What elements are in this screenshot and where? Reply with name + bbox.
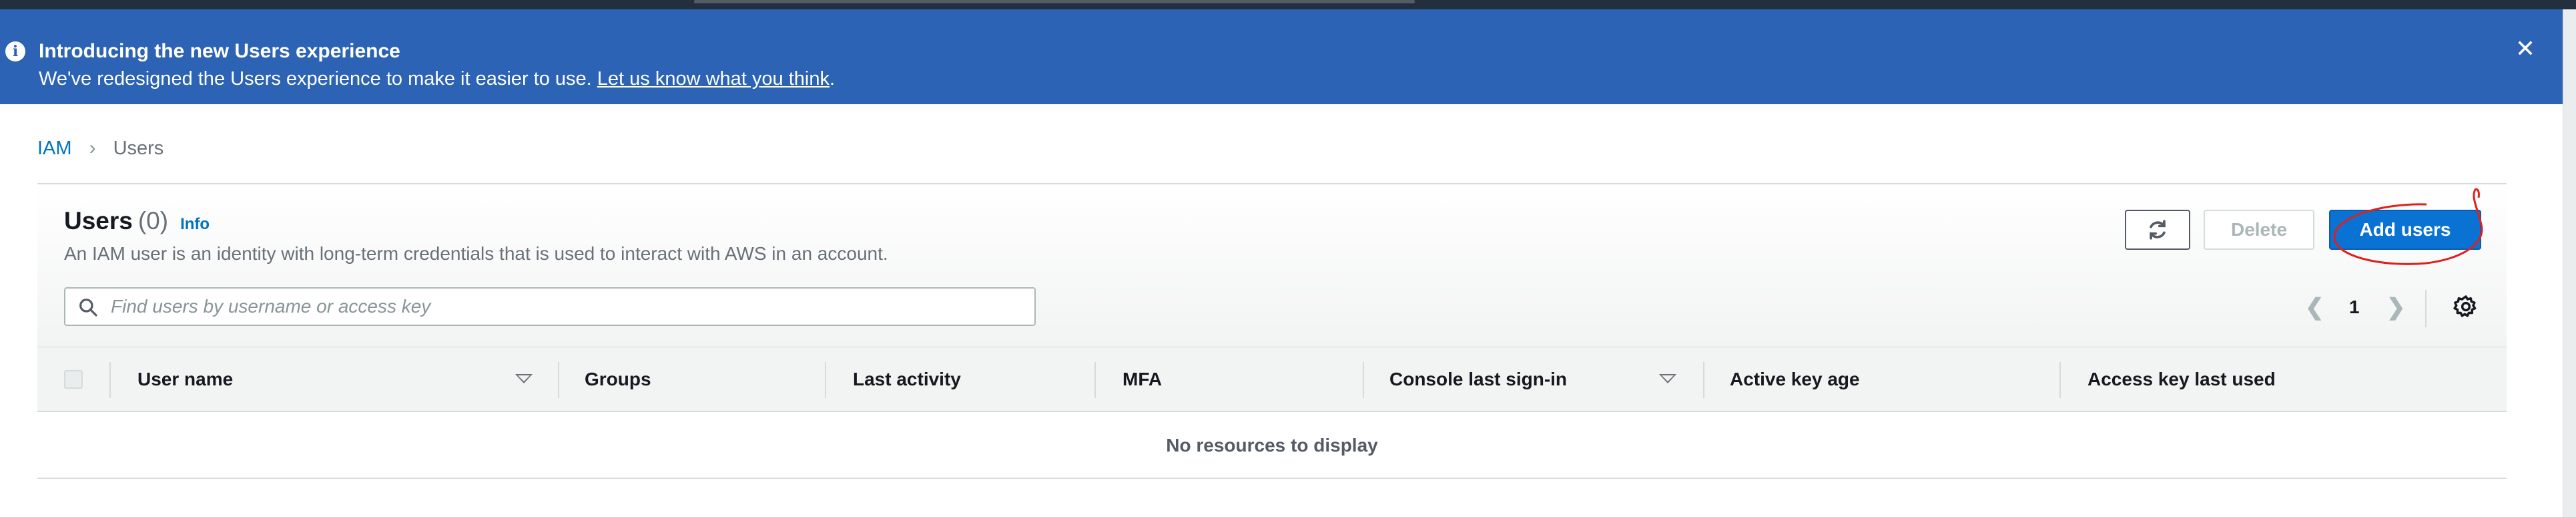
breadcrumb-current: Users [113, 137, 164, 159]
column-header-active-key-age[interactable]: Active key age [1730, 347, 1860, 411]
add-users-button[interactable]: Add users [2329, 210, 2481, 250]
column-header-groups[interactable]: Groups [585, 347, 651, 411]
column-divider[interactable] [558, 362, 559, 398]
column-divider[interactable] [825, 362, 826, 398]
horizontal-scroll-thumb[interactable] [694, 0, 1415, 3]
column-divider[interactable] [1094, 362, 1096, 398]
info-link[interactable]: Info [180, 215, 210, 233]
chevron-left-icon[interactable]: ❮ [2305, 294, 2324, 321]
column-header-user-name[interactable]: User name [137, 347, 233, 411]
table-header: User name Groups Last activity MFA Conso… [37, 347, 2507, 412]
search-field[interactable] [64, 287, 1036, 326]
column-divider[interactable] [2059, 362, 2061, 398]
sort-descending-icon[interactable] [515, 374, 533, 383]
column-header-access-key-last-used[interactable]: Access key last used [2087, 347, 2276, 411]
banner-message-text: We've redesigned the Users experience to… [39, 68, 592, 90]
refresh-button[interactable] [2125, 210, 2190, 250]
sort-descending-icon[interactable] [1659, 374, 1676, 383]
gear-icon[interactable] [2453, 294, 2479, 319]
feedback-link[interactable]: Let us know what you think [597, 68, 830, 90]
users-table-container: Users (0) Info An IAM user is an identity … [37, 183, 2507, 480]
search-input[interactable] [109, 293, 1017, 321]
select-all-checkbox[interactable] [64, 370, 83, 389]
page-title: Users (0) Info [64, 207, 210, 235]
info-icon: i [5, 41, 25, 61]
banner-title: Introducing the new Users experience [39, 40, 400, 62]
top-scroll-bar [0, 0, 2576, 9]
chevron-right-icon: › [89, 137, 96, 159]
pagination: ❮ 1 ❯ [2305, 290, 2439, 327]
info-banner: i Introducing the new Users experience W… [0, 9, 2563, 104]
column-divider[interactable] [1703, 362, 1704, 398]
pagination-divider [2425, 290, 2427, 327]
column-header-last-activity[interactable]: Last activity [853, 347, 961, 411]
banner-message: We've redesigned the Users experience to… [39, 68, 835, 90]
column-header-mfa[interactable]: MFA [1122, 347, 1162, 411]
breadcrumb: IAM › Users [37, 137, 164, 160]
column-divider [109, 362, 111, 398]
column-header-console-last-sign-in[interactable]: Console last sign-in [1389, 347, 1567, 411]
refresh-icon [2150, 220, 2166, 240]
current-page-number[interactable]: 1 [2349, 297, 2360, 318]
page-description: An IAM user is an identity with long-ter… [64, 243, 888, 264]
users-count: (0) [137, 207, 169, 234]
chevron-right-icon[interactable]: ❯ [2386, 294, 2406, 321]
page-title-text: Users [64, 207, 133, 234]
search-icon [79, 299, 97, 317]
breadcrumb-iam-link[interactable]: IAM [37, 138, 72, 160]
banner-message-suffix: . [829, 68, 836, 90]
vertical-scrollbar[interactable] [2563, 9, 2576, 517]
empty-state-message: No resources to display [37, 412, 2507, 479]
delete-button[interactable]: Delete [2204, 210, 2314, 250]
close-icon[interactable]: ✕ [2513, 37, 2537, 61]
column-divider[interactable] [1363, 362, 1364, 398]
